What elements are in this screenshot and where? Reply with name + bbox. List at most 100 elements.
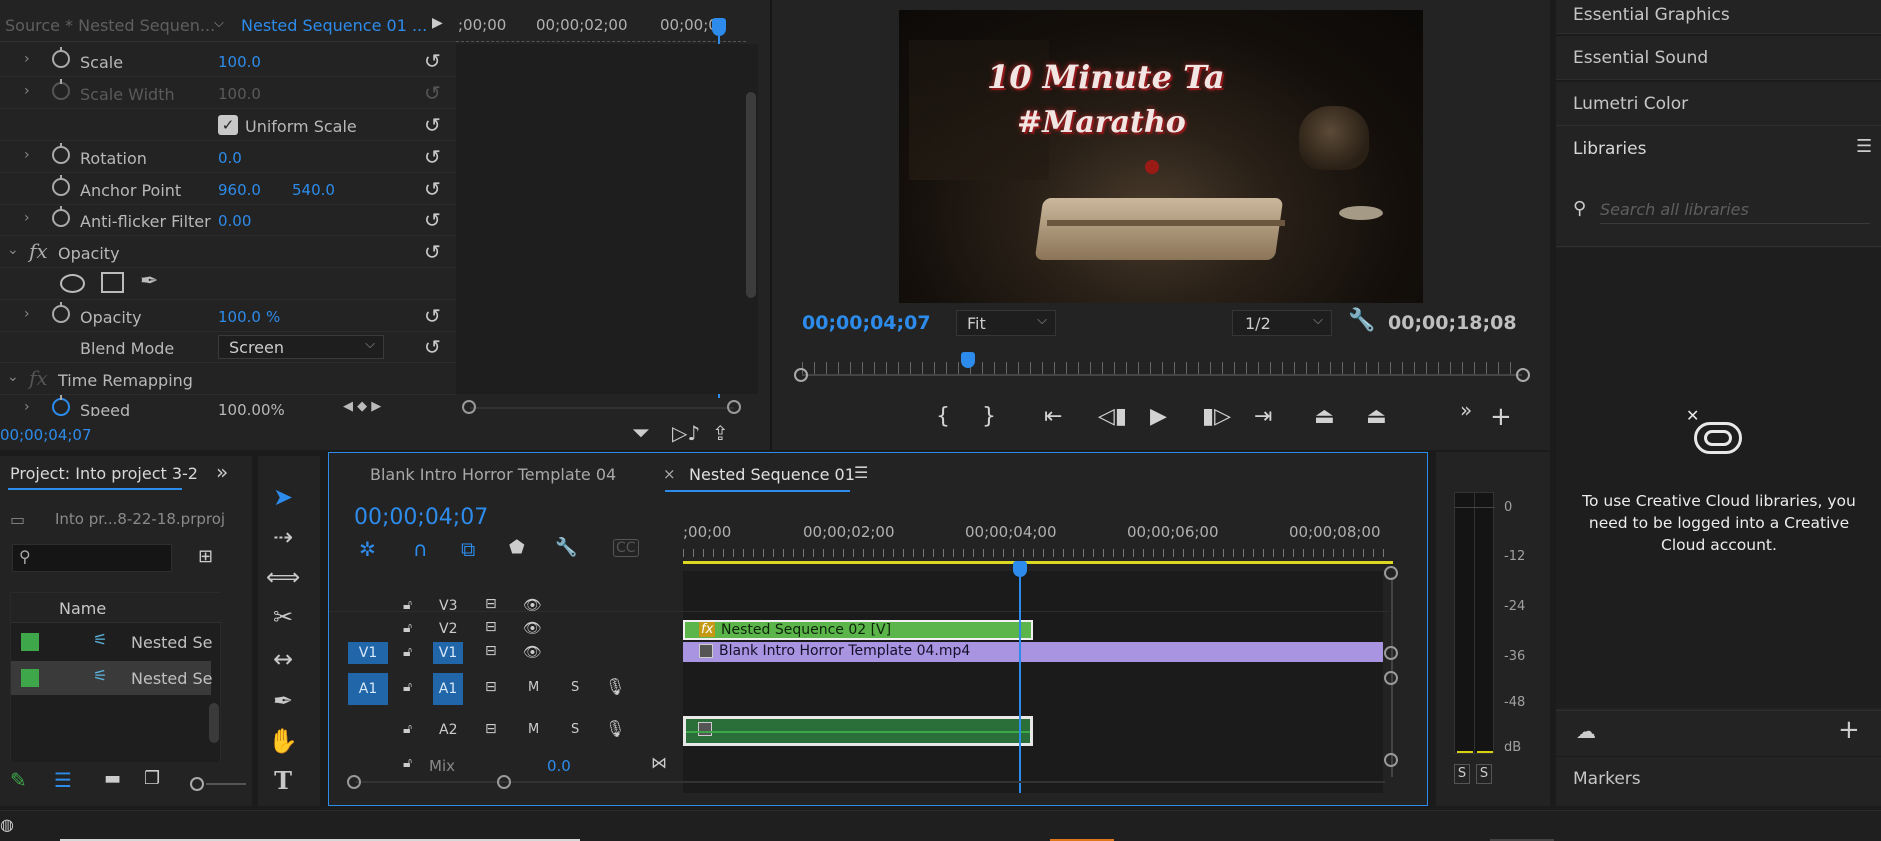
clip-audio-a2[interactable]	[683, 716, 1033, 746]
rotation-value[interactable]: 0.0	[218, 149, 242, 167]
clip-nested-sequence-02[interactable]: fx Nested Sequence 02 [V]	[683, 620, 1033, 640]
lock-icon[interactable]: 🔓︎	[403, 679, 412, 695]
chevron-down-icon[interactable]: ⌵	[214, 16, 224, 31]
lift-icon[interactable]: ⏏	[1314, 404, 1335, 429]
scroller-handle-left[interactable]	[462, 400, 476, 414]
project-title[interactable]: Project: Into project 3-2	[10, 464, 198, 483]
sequence-tab[interactable]: Nested Sequence 01 ...	[241, 16, 427, 35]
step-forward-icon[interactable]: ▮▷	[1202, 404, 1231, 429]
sync-lock-icon[interactable]: ⊟	[485, 721, 497, 737]
blend-mode-select[interactable]: Screen ⌵	[218, 335, 384, 359]
more-controls-icon[interactable]: »	[1460, 398, 1472, 422]
nest-icon[interactable]: ✲	[359, 537, 376, 561]
reset-icon[interactable]: ↺	[424, 49, 441, 73]
ec-timecode[interactable]: 00;00;04;07	[0, 426, 92, 444]
sync-lock-icon[interactable]: ⊟	[485, 643, 497, 659]
eye-icon[interactable]: 👁︎	[523, 643, 542, 661]
resolution-select[interactable]: 1/2 ⌵	[1232, 310, 1332, 336]
stopwatch-icon[interactable]	[52, 143, 70, 164]
reset-icon[interactable]: ↺	[424, 240, 441, 264]
hand-tool-icon[interactable]: ✋	[266, 724, 300, 758]
panel-essential-sound[interactable]: Essential Sound	[1556, 36, 1881, 80]
snap-icon[interactable]: ∩	[413, 537, 428, 561]
lock-icon[interactable]: 🔓︎	[403, 755, 412, 771]
timeline-timecode[interactable]: 00;00;04;07	[354, 505, 488, 530]
sync-lock-icon[interactable]: ⊟	[485, 679, 497, 695]
library-search-input[interactable]: Search all libraries	[1600, 196, 1870, 224]
stopwatch-icon[interactable]	[52, 302, 70, 323]
captions-icon[interactable]: CC	[613, 539, 639, 557]
anti-flicker-value[interactable]: 0.00	[218, 212, 251, 230]
ec-scrollbar[interactable]	[744, 44, 758, 394]
audio-clip-icon[interactable]: ▷♪	[672, 421, 700, 445]
pen-mask-icon[interactable]: ✒	[140, 269, 158, 294]
track-label-a2[interactable]: A2	[439, 722, 457, 738]
wrench-icon[interactable]: 🔧	[1348, 308, 1375, 333]
list-item-selected[interactable]: ⚟ Nested Se	[11, 661, 213, 695]
filter-icon[interactable]: ⏷	[632, 421, 650, 446]
razor-tool-icon[interactable]: ✂	[266, 600, 300, 634]
extract-icon[interactable]: ⏏	[1366, 404, 1387, 429]
zoom-select[interactable]: Fit ⌵	[956, 310, 1056, 336]
menu-icon[interactable]: ☰	[1856, 136, 1872, 157]
track-label-v3[interactable]: V3	[439, 598, 457, 614]
linked-selection-icon[interactable]: ⧉	[461, 537, 475, 561]
source-patch-v1[interactable]: V1	[348, 642, 388, 664]
eye-icon[interactable]: 👁︎	[523, 619, 542, 637]
track-area[interactable]	[683, 571, 1383, 793]
timeline-zoom-scroller[interactable]	[347, 773, 1387, 791]
fx-icon[interactable]: fx	[29, 239, 48, 263]
chevron-right-icon[interactable]: ›	[24, 51, 30, 67]
reset-icon[interactable]: ↺	[424, 208, 441, 232]
playhead-handle[interactable]	[712, 18, 726, 36]
chevron-right-icon[interactable]: ›	[24, 399, 30, 415]
chevron-right-icon[interactable]: ›	[24, 147, 30, 163]
ellipse-mask-icon[interactable]	[60, 274, 85, 293]
rectangle-mask-icon[interactable]	[101, 272, 124, 293]
chevron-down-icon[interactable]: ⌄	[7, 369, 19, 385]
timeline-ruler[interactable]: ;00;00 00;00;02;00 00;00;04;00 00;00;06;…	[683, 521, 1393, 571]
uniform-scale-checkbox[interactable]: ✓	[218, 115, 238, 135]
program-timecode[interactable]: 00;00;04;07	[802, 312, 931, 334]
v-zoom-handle[interactable]	[1384, 566, 1398, 580]
slip-tool-icon[interactable]: ↔	[266, 642, 300, 676]
step-back-icon[interactable]: ◁▮	[1098, 404, 1127, 429]
reset-icon[interactable]: ↺	[424, 304, 441, 328]
list-item[interactable]: ⚟ Nested Se	[11, 625, 213, 659]
a-zoom-handle[interactable]	[1384, 671, 1398, 685]
speed-value[interactable]: 100.00%	[218, 401, 285, 416]
add-button-icon[interactable]: +	[1490, 404, 1512, 430]
mark-in-icon[interactable]: {	[936, 404, 950, 429]
go-to-out-icon[interactable]: ⇥	[1254, 404, 1272, 429]
stopwatch-icon[interactable]	[52, 206, 70, 227]
lock-icon[interactable]: 🔓︎	[403, 721, 412, 737]
pencil-icon[interactable]: ✎	[10, 768, 27, 792]
reset-icon[interactable]: ↺	[424, 177, 441, 201]
meter-solo-left[interactable]: S	[1454, 764, 1470, 784]
microphone-icon[interactable]: 🎙︎	[605, 719, 625, 738]
opacity-value[interactable]: 100.0	[218, 308, 261, 326]
pen-tool-icon[interactable]: ✒	[266, 684, 300, 718]
project-search-input[interactable]: ⚲	[12, 544, 172, 572]
chevron-right-icon[interactable]: ›	[24, 210, 30, 226]
chevron-down-icon[interactable]: ⌄	[7, 242, 19, 258]
track-label-v1[interactable]: V1	[433, 642, 463, 664]
mark-out-icon[interactable]: }	[982, 404, 996, 429]
anchor-x-value[interactable]: 960.0	[218, 181, 261, 199]
stopwatch-icon[interactable]	[52, 175, 70, 196]
tab-blank-intro[interactable]: Blank Intro Horror Template 04	[370, 465, 616, 484]
v-zoom-handle[interactable]	[1384, 646, 1398, 660]
timeline-settings-icon[interactable]: 🔧	[555, 537, 577, 558]
source-patch-a1[interactable]: A1	[348, 673, 388, 705]
new-bin-icon[interactable]: ⊞	[198, 546, 213, 567]
track-label-a1[interactable]: A1	[433, 673, 463, 705]
panel-essential-graphics[interactable]: Essential Graphics	[1556, 0, 1881, 34]
list-scroll-thumb[interactable]	[209, 703, 219, 743]
scale-value[interactable]: 100.0	[218, 53, 261, 71]
reset-icon[interactable]: ↺	[424, 145, 441, 169]
background-tasks-icon[interactable]: ◍	[0, 815, 14, 834]
sync-lock-icon[interactable]: ⊟	[485, 619, 497, 635]
label-color-swatch[interactable]	[21, 669, 39, 687]
lock-icon[interactable]: 🔓︎	[403, 620, 412, 636]
source-tab[interactable]: Source * Nested Sequen...	[5, 16, 215, 35]
